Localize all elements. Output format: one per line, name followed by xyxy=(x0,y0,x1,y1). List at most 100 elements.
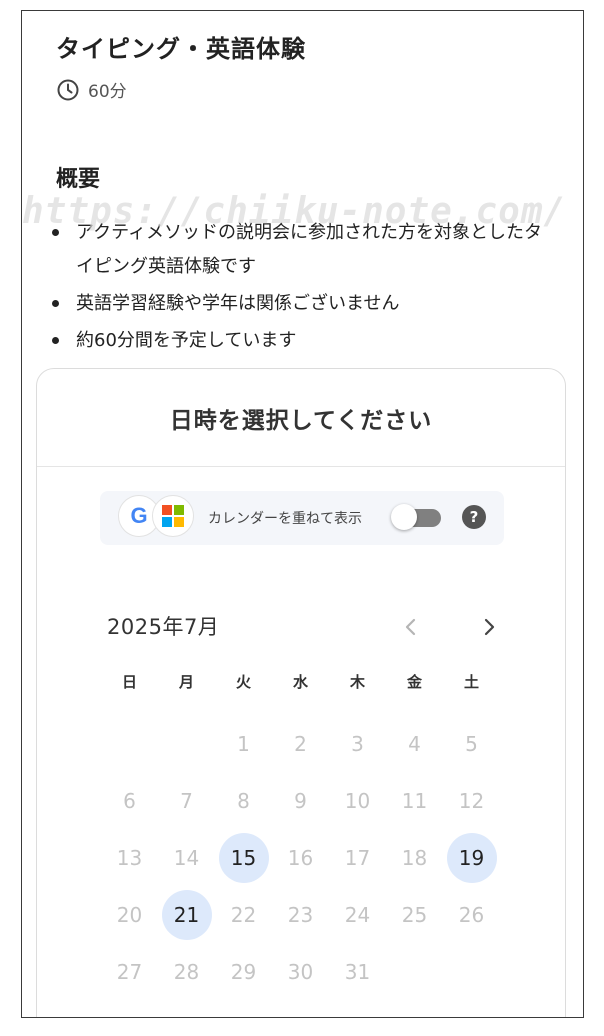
calendar-day-number: 8 xyxy=(237,788,250,813)
calendar-day-number: 2 xyxy=(294,731,307,756)
calendar-day[interactable]: 21 xyxy=(158,886,215,943)
weekday-label: 水 xyxy=(292,673,308,691)
duration-text: 60分 xyxy=(88,82,127,102)
calendar-day-number: 27 xyxy=(116,959,143,984)
calendar-day: 25 xyxy=(386,886,443,943)
toggle-knob xyxy=(391,504,417,530)
calendar-day-number: 20 xyxy=(116,902,143,927)
calendar-day: 8 xyxy=(215,772,272,829)
event-duration: 60分 xyxy=(56,77,127,102)
weekday-label: 火 xyxy=(235,673,251,691)
calendar-day-number: 14 xyxy=(173,845,200,870)
calendar-day-number: 5 xyxy=(465,731,478,756)
calendar-day-number: 12 xyxy=(458,788,485,813)
calendar-day: 23 xyxy=(272,886,329,943)
weekday-label: 土 xyxy=(463,673,479,691)
calendar-day-number: 11 xyxy=(401,788,428,813)
calendar-day: 24 xyxy=(329,886,386,943)
calendar-day: 7 xyxy=(158,772,215,829)
google-letter: G xyxy=(130,503,148,528)
calendar-day-number: 26 xyxy=(458,902,485,927)
calendar-day: 6 xyxy=(101,772,158,829)
calendar-day: 9 xyxy=(272,772,329,829)
month-label: 2025年7月 xyxy=(107,615,220,639)
calendar-day: 11 xyxy=(386,772,443,829)
calendar-day: 3 xyxy=(329,715,386,772)
calendar-day-number: 9 xyxy=(294,788,307,813)
weekday-label: 金 xyxy=(406,673,422,691)
calendar-day-number: 30 xyxy=(287,959,314,984)
calendar-day: 16 xyxy=(272,829,329,886)
calendar-day-number: 1 xyxy=(237,731,250,756)
weekday-label: 月 xyxy=(178,673,194,691)
calendar-day-number: 10 xyxy=(344,788,371,813)
calendar-day-empty xyxy=(101,715,158,772)
scheduler-card: 日時を選択してください G カレンダーを重ねて表示 ? 2025年7月 日 月 … xyxy=(36,368,566,1017)
calendar-day[interactable]: 15 xyxy=(215,829,272,886)
calendar-day-number: 22 xyxy=(230,902,257,927)
calendar-day: 14 xyxy=(158,829,215,886)
calendar-day-number: 29 xyxy=(230,959,257,984)
calendar-day: 1 xyxy=(215,715,272,772)
overview-item: アクティメソッドの説明会に参加された方を対象としたタイピング英語体験です xyxy=(52,216,552,284)
calendar-day-number: 3 xyxy=(351,731,364,756)
calendar-overlay-toggle[interactable] xyxy=(391,504,443,530)
calendar-day: 17 xyxy=(329,829,386,886)
scheduler-heading: 日時を選択してください xyxy=(37,369,565,467)
calendar-day-number: 17 xyxy=(344,845,371,870)
event-title: タイピング・英語体験 xyxy=(56,35,306,63)
calendar-day-number: 24 xyxy=(344,902,371,927)
calendar-day: 10 xyxy=(329,772,386,829)
overview-heading: 概要 xyxy=(56,167,101,192)
calendar-day: 18 xyxy=(386,829,443,886)
calendar-day: 13 xyxy=(101,829,158,886)
calendar-day-empty xyxy=(158,715,215,772)
calendar-day-number: 25 xyxy=(401,902,428,927)
page-frame: タイピング・英語体験 60分 概要 アクティメソッドの説明会に参加された方を対象… xyxy=(21,10,584,1018)
calendar-day-number: 18 xyxy=(401,845,428,870)
calendar-day: 31 xyxy=(329,943,386,1000)
calendar-day: 4 xyxy=(386,715,443,772)
calendar-day: 26 xyxy=(443,886,500,943)
calendar-overlay-label: カレンダーを重ねて表示 xyxy=(208,511,362,527)
calendar-overlay-bar: G カレンダーを重ねて表示 ? xyxy=(100,491,504,545)
calendar-day: 12 xyxy=(443,772,500,829)
calendar-day[interactable]: 19 xyxy=(443,829,500,886)
overview-list: アクティメソッドの説明会に参加された方を対象としたタイピング英語体験です 英語学… xyxy=(52,216,552,361)
ms-square-green xyxy=(174,505,184,515)
weekday-label: 木 xyxy=(349,673,365,691)
weekday-label: 日 xyxy=(121,673,137,691)
calendar-day-number: 23 xyxy=(287,902,314,927)
ms-square-blue xyxy=(162,517,172,527)
calendar-day-number: 13 xyxy=(116,845,143,870)
overview-item: 約60分間を予定しています xyxy=(52,324,552,358)
microsoft-calendar-icon[interactable] xyxy=(152,495,194,537)
ms-square-red xyxy=(162,505,172,515)
calendar-day: 28 xyxy=(158,943,215,1000)
calendar-day: 20 xyxy=(101,886,158,943)
chevron-left-icon[interactable] xyxy=(399,615,423,639)
clock-icon xyxy=(57,79,79,100)
chevron-right-icon[interactable] xyxy=(477,615,501,639)
calendar-day-number: 21 xyxy=(161,889,212,940)
calendar-day: 30 xyxy=(272,943,329,1000)
help-icon[interactable]: ? xyxy=(462,505,486,529)
calendar-day-number: 16 xyxy=(287,845,314,870)
microsoft-logo xyxy=(162,505,184,527)
calendar-day: 22 xyxy=(215,886,272,943)
weekday-header: 日 月 火 水 木 金 土 xyxy=(101,671,500,692)
calendar-day-number: 31 xyxy=(344,959,371,984)
calendar-day-number: 19 xyxy=(446,832,497,883)
calendar-day-number: 6 xyxy=(123,788,136,813)
calendar-day-number: 15 xyxy=(218,832,269,883)
calendar-day-number: 4 xyxy=(408,731,421,756)
calendar-day: 29 xyxy=(215,943,272,1000)
calendar-day: 27 xyxy=(101,943,158,1000)
ms-square-yellow xyxy=(174,517,184,527)
calendar-day: 2 xyxy=(272,715,329,772)
calendar-day-number: 28 xyxy=(173,959,200,984)
calendar-days-grid: 1 2 3 4 5 6 7 8 9 10 11 12 13 14 15 16 17 18 19 20 21 22 23 24 2… xyxy=(101,715,500,1000)
calendar-day: 5 xyxy=(443,715,500,772)
overview-item: 英語学習経験や学年は関係ございません xyxy=(52,287,552,321)
calendar-day-number: 7 xyxy=(180,788,193,813)
